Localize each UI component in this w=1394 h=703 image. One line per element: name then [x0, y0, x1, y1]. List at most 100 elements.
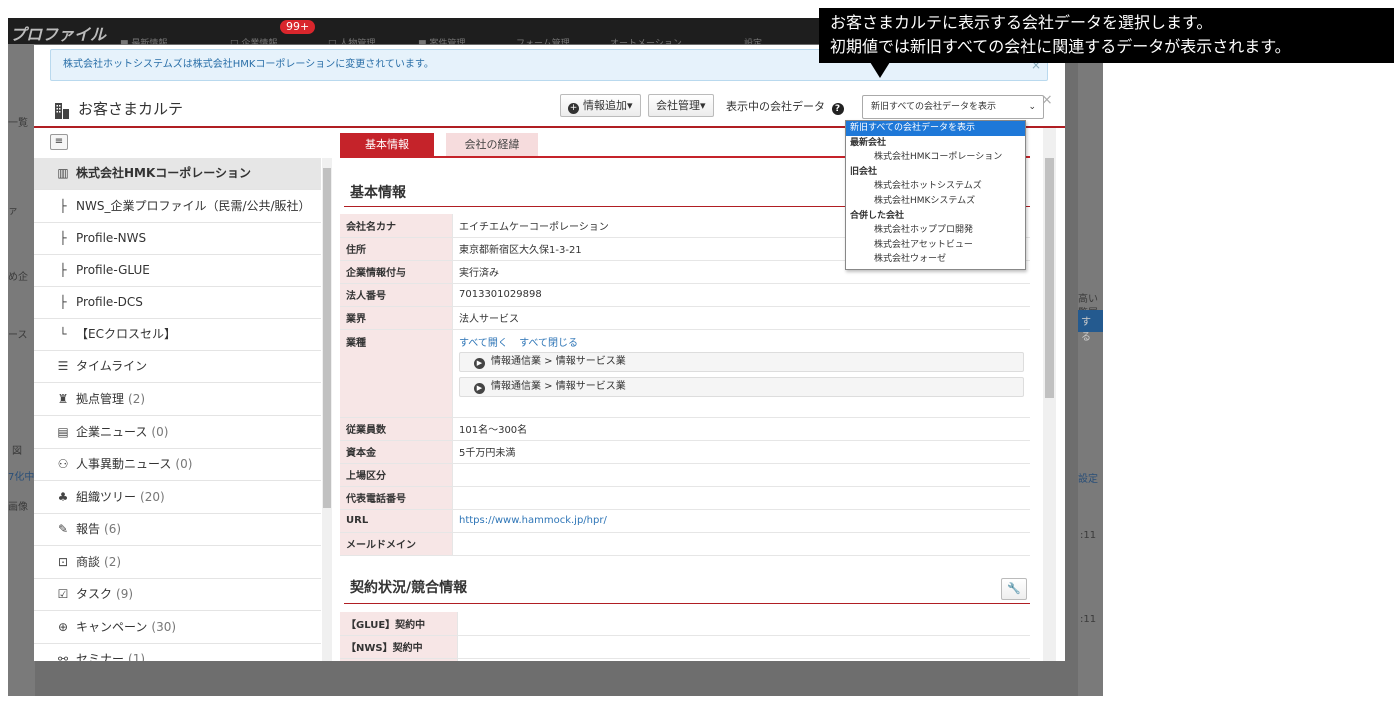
- sidebar-item-profile[interactable]: ├ Profile-GLUE: [34, 255, 321, 287]
- contract-table: 【GLUE】契約中 【NWS】契約中 【DCS】契約中: [340, 612, 1030, 661]
- row-key: 法人番号: [340, 283, 453, 307]
- sidebar-item-org-tree[interactable]: ♣ 組織ツリー (20): [34, 482, 321, 514]
- dropdown-group-old: 旧会社: [850, 166, 878, 177]
- help-icon[interactable]: ?: [831, 103, 844, 115]
- sidebar-item-seminars[interactable]: ⚯ セミナー (1): [34, 644, 321, 661]
- tab-company-history[interactable]: 会社の経緯: [446, 133, 538, 157]
- display-company-label: 表示中の会社データ ?: [726, 98, 844, 115]
- row-key: 資本金: [340, 440, 453, 464]
- company-data-select[interactable]: 新旧すべての会社データを表示 ⌄: [862, 95, 1044, 119]
- row-key: 【GLUE】契約中: [340, 612, 458, 636]
- table-row: 業界 法人サービス: [340, 306, 1030, 330]
- table-row: 従業員数 101名～300名: [340, 417, 1030, 441]
- sidebar-item-company-news[interactable]: ▤ 企業ニュース (0): [34, 417, 321, 449]
- bg-fragment: め企: [8, 272, 28, 283]
- dropdown-option[interactable]: 株式会社ホッププロ開発: [846, 223, 1025, 238]
- bg-notification-badge: 99+: [280, 20, 316, 34]
- building-icon: ▥: [57, 166, 69, 180]
- sidebar-item-reports[interactable]: ✎ 報告 (6): [34, 514, 321, 546]
- plus-circle-icon: +: [568, 103, 579, 114]
- main-scrollbar[interactable]: [1043, 128, 1056, 661]
- table-row: 上場区分: [340, 463, 1030, 487]
- sitemap-icon: ♜: [57, 392, 69, 406]
- sidebar-item-label: 商談: [76, 555, 101, 569]
- row-value: 7013301029898: [452, 283, 1030, 307]
- row-key: 従業員数: [340, 417, 453, 441]
- sidebar-item-company[interactable]: ▥ 株式会社HMKコーポレーション: [34, 158, 321, 190]
- add-info-button[interactable]: + 情報追加▾: [560, 94, 641, 117]
- table-row: 【NWS】契約中: [340, 635, 1030, 659]
- bg-fragment: :11: [1080, 614, 1097, 625]
- company-manage-button[interactable]: 会社管理▾: [648, 94, 714, 117]
- sidebar-item-label: Profile-NWS: [76, 231, 147, 245]
- seminar-icon: ⚯: [57, 652, 69, 661]
- row-value: 101名～300名: [452, 417, 1030, 441]
- sidebar-item-count: (0): [151, 425, 169, 439]
- sidebar-item-label: Profile-DCS: [76, 295, 143, 309]
- sidebar-item-deals[interactable]: ⊡ 商談 (2): [34, 547, 321, 579]
- sidebar-item-count: (9): [116, 587, 134, 601]
- checkbox-icon: ☑: [57, 587, 69, 601]
- tooltip-line: お客さまカルテに表示する会社データを選択します。: [830, 13, 1213, 32]
- main-scroll-thumb[interactable]: [1045, 158, 1054, 398]
- wrench-icon[interactable]: 🔧: [1001, 578, 1027, 600]
- sidebar-item-count: (1): [128, 652, 146, 661]
- menu-toggle-icon[interactable]: ≡: [50, 134, 68, 150]
- report-icon: ✎: [57, 522, 69, 536]
- row-key: 代表電話番号: [340, 486, 453, 510]
- tab-basic-info[interactable]: 基本情報: [340, 133, 434, 157]
- sidebar-item-label: 報告: [76, 522, 101, 536]
- url-cell: https://www.hammock.jp/hpr/: [452, 509, 1030, 533]
- bg-left-strip: 一覧 ァ め企 ース 図 7化中 画像: [8, 44, 35, 696]
- bg-fragment: 設定: [1078, 474, 1098, 485]
- sidebar-item-profile[interactable]: ├ Profile-NWS: [34, 223, 321, 255]
- callout-tooltip: お客さまカルテに表示する会社データを選択します。 初期値では新旧すべての会社に関…: [819, 8, 1394, 63]
- row-key: 企業情報付与: [340, 260, 453, 284]
- deal-icon: ⊡: [57, 555, 69, 569]
- sidebar-item-locations[interactable]: ♜ 拠点管理 (2): [34, 384, 321, 416]
- sidebar-item-label: セミナー: [76, 652, 125, 661]
- sidebar-item-profile[interactable]: ├ NWS_企業プロファイル（民需/公共/販社）: [34, 191, 321, 223]
- industry-label: 情報通信業 > 情報サービス業: [491, 380, 626, 392]
- sidebar-item-personnel-news[interactable]: ⚇ 人事異動ニュース (0): [34, 449, 321, 481]
- expand-all-link[interactable]: すべて開く: [459, 338, 508, 349]
- sidebar-item-count: (2): [128, 392, 146, 406]
- tree-branch-icon: ├: [59, 263, 67, 277]
- sidebar-item-label: キャンペーン: [76, 620, 148, 634]
- sidebar-item-timeline[interactable]: ☰ タイムライン: [34, 351, 321, 383]
- bg-right-strip: 高い 覧履歴 設定 :11 :11: [1078, 44, 1103, 696]
- company-url-link[interactable]: https://www.hammock.jp/hpr/: [459, 515, 607, 526]
- table-row: 法人番号 7013301029898: [340, 283, 1030, 307]
- basic-info-title: 基本情報: [350, 185, 406, 201]
- row-value: 法人サービス: [452, 306, 1030, 330]
- bg-fragment: 図: [12, 446, 22, 457]
- sidebar-item-label: 人事異動ニュース: [76, 457, 172, 471]
- dropdown-option[interactable]: 株式会社ウォーゼ: [846, 252, 1025, 267]
- row-key: 【DCS】契約中: [340, 658, 458, 661]
- chevron-right-icon: ▶: [474, 382, 485, 394]
- sidebar-item-count: (6): [104, 522, 122, 536]
- row-value: [452, 486, 1030, 510]
- row-value: 5千万円未満: [452, 440, 1030, 464]
- bg-logo: プロファイル: [10, 25, 107, 44]
- add-info-label: 情報追加▾: [583, 99, 633, 112]
- sidebar-item-campaigns[interactable]: ⊕ キャンペーン (30): [34, 612, 321, 644]
- building-icon: [54, 101, 70, 122]
- sidebar-item-profile[interactable]: └ 【ECクロスセル】: [34, 319, 321, 351]
- dropdown-option[interactable]: 株式会社ホットシステムズ: [846, 179, 1025, 194]
- dropdown-option[interactable]: 株式会社HMKシステムズ: [846, 194, 1025, 209]
- row-key: 業種: [340, 329, 453, 418]
- sidebar-item-profile[interactable]: ├ Profile-DCS: [34, 287, 321, 319]
- table-row: 【DCS】契約中: [340, 658, 1030, 661]
- dropdown-option[interactable]: 株式会社アセットビュー: [846, 238, 1025, 253]
- industry-item[interactable]: ▶ 情報通信業 > 情報サービス業: [459, 376, 1024, 397]
- modal-close-icon[interactable]: ×: [1041, 92, 1053, 108]
- sidebar-scrollbar[interactable]: [322, 158, 332, 661]
- industry-item[interactable]: ▶ 情報通信業 > 情報サービス業: [459, 351, 1024, 372]
- tree-branch-icon: ├: [59, 231, 67, 245]
- sidebar-item-tasks[interactable]: ☑ タスク (9): [34, 579, 321, 611]
- dropdown-option[interactable]: 株式会社HMKコーポレーション: [846, 150, 1025, 165]
- collapse-all-link[interactable]: すべて閉じる: [519, 338, 578, 349]
- sidebar-scroll-thumb[interactable]: [323, 168, 331, 508]
- dropdown-option-all[interactable]: 新旧すべての会社データを表示: [846, 121, 1025, 136]
